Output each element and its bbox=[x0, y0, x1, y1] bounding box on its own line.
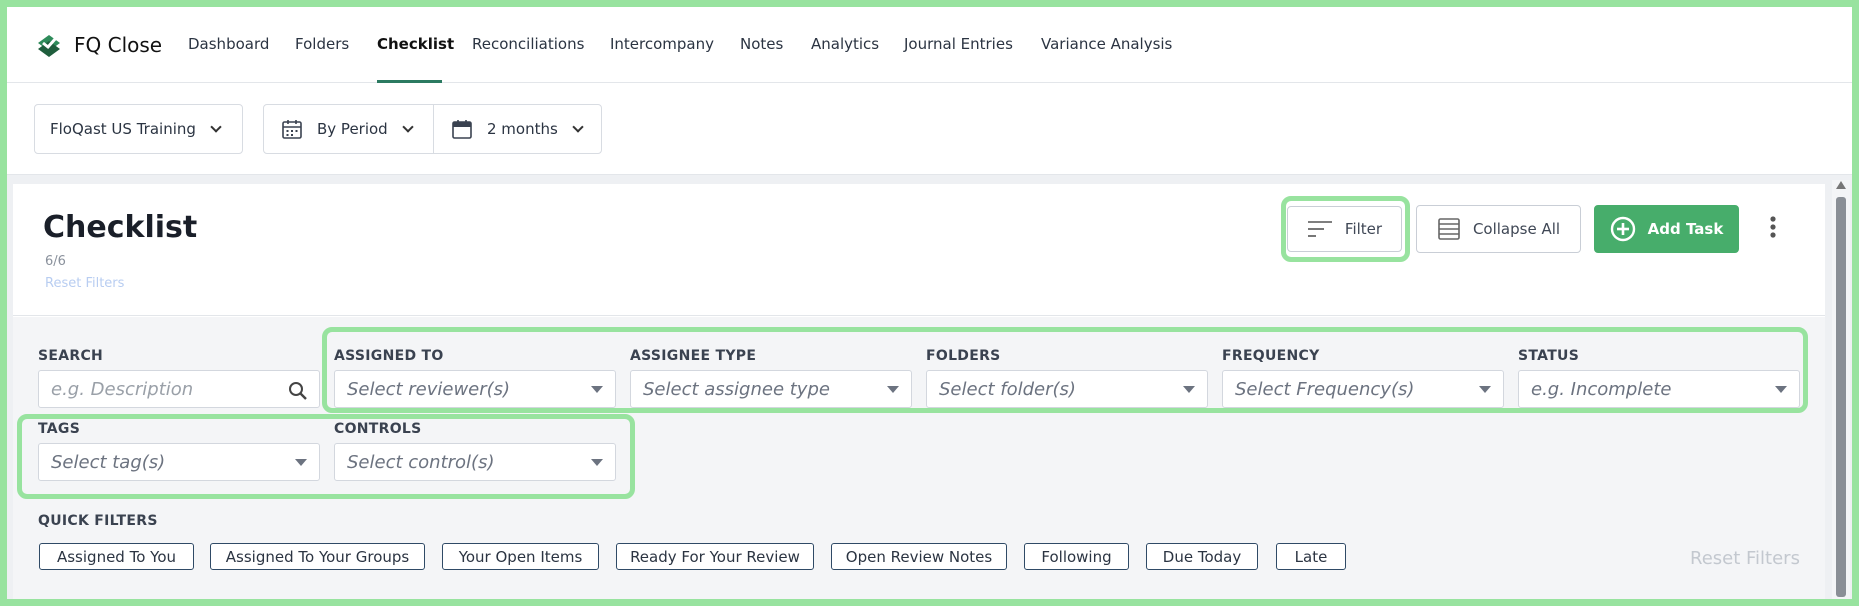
brand-name: FQ Close bbox=[74, 33, 163, 57]
reset-filters-link[interactable]: Reset Filters bbox=[45, 276, 124, 291]
status-select[interactable]: e.g. Incomplete bbox=[1518, 370, 1800, 408]
search-icon bbox=[289, 382, 307, 400]
frequency-placeholder: Select Frequency(s) bbox=[1235, 378, 1415, 400]
caret-down-icon bbox=[1183, 386, 1195, 393]
quick-filter-following[interactable]: Following bbox=[1024, 543, 1129, 570]
controls-placeholder: Select control(s) bbox=[347, 451, 495, 473]
search-input[interactable]: e.g. Description bbox=[38, 370, 320, 408]
assigned-to-placeholder: Select reviewer(s) bbox=[347, 378, 511, 400]
period-view-label: By Period bbox=[317, 120, 388, 138]
period-range-label: 2 months bbox=[487, 120, 558, 138]
quick-filter-assigned-to-groups[interactable]: Assigned To Your Groups bbox=[210, 543, 425, 570]
frequency-label: FREQUENCY bbox=[1222, 348, 1320, 364]
nav-analytics[interactable]: Analytics bbox=[811, 35, 879, 53]
quick-filter-ready-for-review[interactable]: Ready For Your Review bbox=[616, 543, 814, 570]
entity-dropdown[interactable]: FloQast US Training bbox=[34, 104, 243, 154]
scroll-up-arrow-icon[interactable] bbox=[1836, 181, 1846, 189]
nav-variance-analysis[interactable]: Variance Analysis bbox=[1041, 35, 1172, 53]
tags-select[interactable]: Select tag(s) bbox=[38, 443, 320, 481]
search-placeholder: e.g. Description bbox=[51, 378, 194, 400]
nav-reconciliations[interactable]: Reconciliations bbox=[472, 35, 584, 53]
assignee-type-select[interactable]: Select assignee type bbox=[630, 370, 912, 408]
calendar-icon bbox=[452, 120, 472, 139]
folders-placeholder: Select folder(s) bbox=[939, 378, 1076, 400]
nav-folders[interactable]: Folders bbox=[295, 35, 349, 53]
top-navigation: FQ Close Dashboard Folders Checklist Rec… bbox=[7, 7, 1852, 83]
quick-filter-late[interactable]: Late bbox=[1276, 543, 1346, 570]
tags-label: TAGS bbox=[38, 421, 81, 437]
folders-label: FOLDERS bbox=[926, 348, 1001, 364]
assignee-type-placeholder: Select assignee type bbox=[643, 378, 830, 400]
entity-label: FloQast US Training bbox=[50, 120, 196, 138]
nav-journal-entries[interactable]: Journal Entries bbox=[904, 35, 1013, 53]
assignee-type-label: ASSIGNEE TYPE bbox=[630, 348, 757, 364]
collapse-all-button[interactable]: Collapse All bbox=[1416, 205, 1581, 253]
quick-filter-assigned-to-you[interactable]: Assigned To You bbox=[39, 543, 194, 570]
quick-filter-your-open-items[interactable]: Your Open Items bbox=[442, 543, 599, 570]
assigned-to-select[interactable]: Select reviewer(s) bbox=[334, 370, 616, 408]
filter-icon bbox=[1307, 221, 1332, 237]
nav-checklist[interactable]: Checklist bbox=[377, 35, 454, 53]
calendar-icon bbox=[282, 120, 302, 139]
task-count: 6/6 bbox=[45, 254, 66, 269]
frequency-select[interactable]: Select Frequency(s) bbox=[1222, 370, 1504, 408]
nav-intercompany[interactable]: Intercompany bbox=[610, 35, 714, 53]
collapse-all-label: Collapse All bbox=[1472, 220, 1561, 238]
caret-down-icon bbox=[1775, 386, 1787, 393]
collapse-list-icon bbox=[1438, 218, 1460, 240]
search-label: SEARCH bbox=[38, 348, 104, 364]
folders-select[interactable]: Select folder(s) bbox=[926, 370, 1208, 408]
caret-down-icon bbox=[887, 386, 899, 393]
quick-filter-open-review-notes[interactable]: Open Review Notes bbox=[831, 543, 1007, 570]
add-task-label: Add Task bbox=[1647, 220, 1724, 238]
nav-notes[interactable]: Notes bbox=[740, 35, 783, 53]
controls-select[interactable]: Select control(s) bbox=[334, 443, 616, 481]
caret-down-icon bbox=[1479, 386, 1491, 393]
quick-filters-label: QUICK FILTERS bbox=[38, 513, 158, 529]
assigned-to-label: ASSIGNED TO bbox=[334, 348, 444, 364]
filter-button[interactable]: Filter bbox=[1287, 206, 1402, 252]
quick-filter-due-today[interactable]: Due Today bbox=[1146, 543, 1258, 570]
caret-down-icon bbox=[591, 459, 603, 466]
page-title: Checklist bbox=[43, 210, 198, 245]
plus-circle-icon bbox=[1610, 216, 1635, 242]
period-range-dropdown[interactable]: 2 months bbox=[433, 104, 602, 154]
caret-down-icon bbox=[295, 459, 307, 466]
tags-placeholder: Select tag(s) bbox=[51, 451, 166, 473]
status-label: STATUS bbox=[1518, 348, 1580, 364]
controls-label: CONTROLS bbox=[334, 421, 422, 437]
filter-button-label: Filter bbox=[1344, 220, 1383, 238]
active-tab-indicator bbox=[377, 80, 442, 83]
nav-dashboard[interactable]: Dashboard bbox=[188, 35, 269, 53]
floqast-logo-icon bbox=[38, 35, 60, 57]
caret-down-icon bbox=[591, 386, 603, 393]
scrollbar-thumb[interactable] bbox=[1836, 197, 1846, 597]
chevron-down-icon bbox=[572, 121, 584, 133]
status-placeholder: e.g. Incomplete bbox=[1531, 378, 1672, 400]
period-view-dropdown[interactable]: By Period bbox=[263, 104, 434, 154]
reset-filters-button[interactable]: Reset Filters bbox=[1690, 548, 1800, 569]
chevron-down-icon bbox=[402, 121, 414, 133]
chevron-down-icon bbox=[210, 121, 222, 133]
add-task-button[interactable]: Add Task bbox=[1594, 205, 1739, 253]
more-options-icon[interactable] bbox=[1766, 214, 1780, 240]
